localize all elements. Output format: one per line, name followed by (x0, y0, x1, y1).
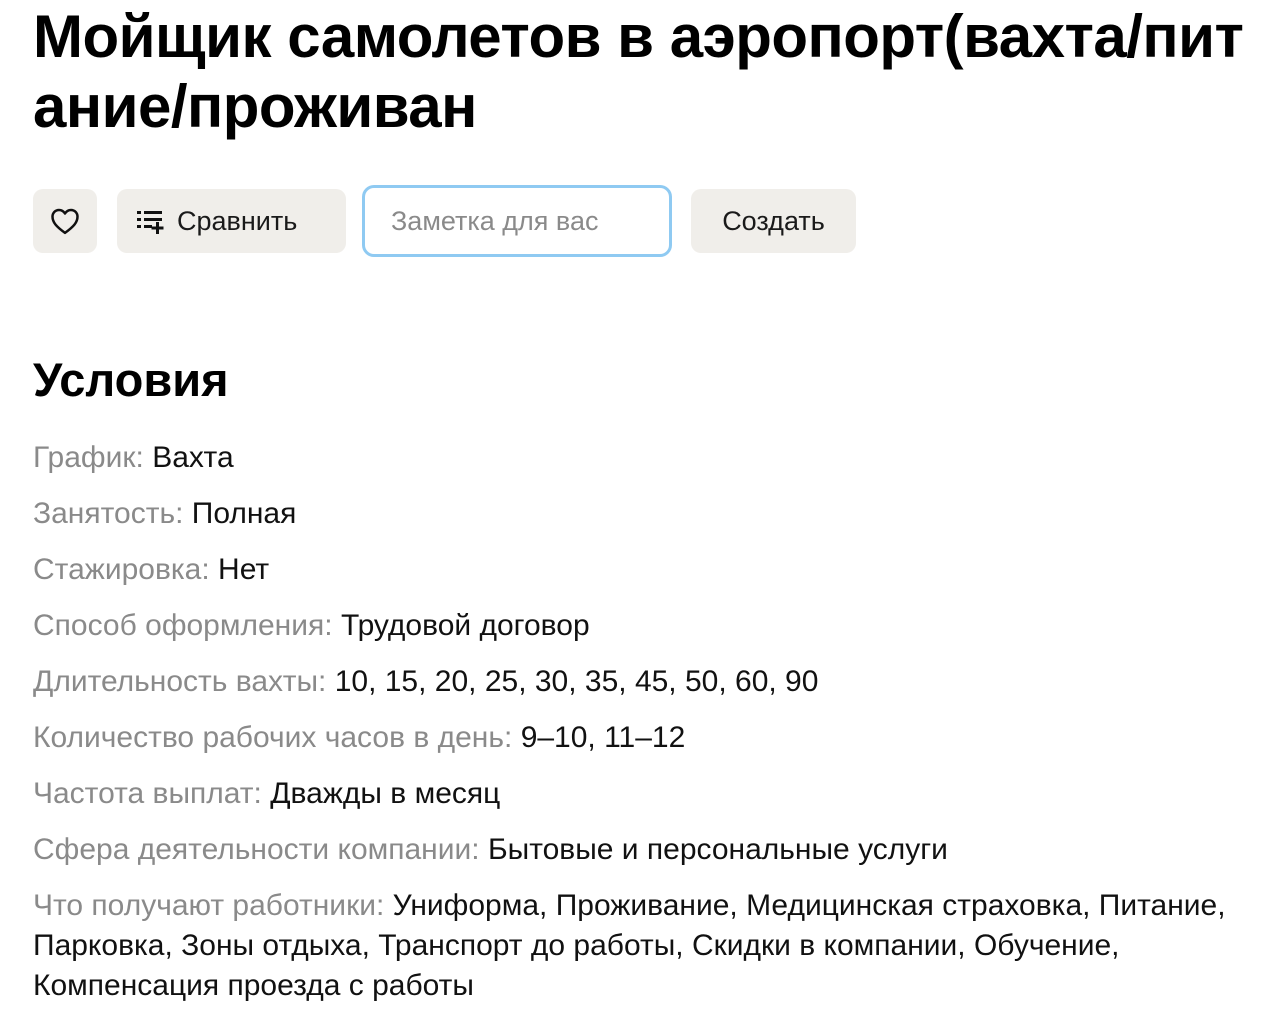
condition-value: Вахта (152, 441, 234, 474)
compare-list-icon (135, 206, 165, 236)
condition-value: 9–10, 11–12 (520, 721, 686, 754)
condition-value: Бытовые и персональные услуги (487, 833, 948, 866)
condition-value: Полная (191, 497, 297, 530)
condition-pay-frequency: Частота выплат: Дважды в месяц (33, 774, 1263, 814)
condition-value: Трудовой договор (340, 609, 590, 642)
condition-label: Количество рабочих часов в день: (33, 721, 513, 754)
condition-label: Длительность вахты: (33, 665, 327, 698)
create-button-label: Создать (722, 205, 825, 236)
conditions-heading: Условия (33, 353, 229, 406)
condition-label: Частота выплат: (33, 777, 262, 810)
condition-label: Что получают работники: (33, 889, 385, 922)
condition-label: Стажировка: (33, 553, 210, 586)
condition-work-hours: Количество рабочих часов в день: 9–10, 1… (33, 718, 1263, 758)
condition-label: Сфера деятельности компании: (33, 833, 480, 866)
note-input[interactable] (362, 185, 672, 257)
vacancy-page: Мойщик самолетов в аэропорт(вахта/питани… (33, 0, 1263, 1002)
condition-shift-duration: Длительность вахты: 10, 15, 20, 25, 30, … (33, 662, 1263, 702)
condition-internship: Стажировка: Нет (33, 550, 1263, 590)
condition-schedule: График: Вахта (33, 438, 1263, 478)
condition-label: Занятость: (33, 497, 184, 530)
compare-button-label: Сравнить (177, 205, 298, 236)
condition-value: Дважды в месяц (270, 777, 501, 810)
vacancy-title: Мойщик самолетов в аэропорт(вахта/питани… (33, 3, 1244, 140)
create-note-button[interactable]: Создать (691, 189, 856, 253)
condition-value: 10, 15, 20, 25, 30, 35, 45, 50, 60, 90 (334, 665, 819, 698)
condition-employment: Занятость: Полная (33, 494, 1263, 534)
vacancy-actions-bar: Сравнить Создать (33, 185, 856, 257)
heart-icon (50, 207, 80, 235)
condition-label: График: (33, 441, 144, 474)
condition-value: Нет (218, 553, 270, 586)
condition-label: Способ оформления: (33, 609, 333, 642)
compare-button[interactable]: Сравнить (117, 189, 346, 253)
condition-benefits: Что получают работники: Униформа, Прожив… (33, 886, 1263, 1006)
favorite-button[interactable] (33, 189, 97, 253)
condition-contract-type: Способ оформления: Трудовой договор (33, 606, 1263, 646)
conditions-list: График: Вахта Занятость: Полная Стажиров… (33, 438, 1263, 1022)
condition-company-sector: Сфера деятельности компании: Бытовые и п… (33, 830, 1263, 870)
